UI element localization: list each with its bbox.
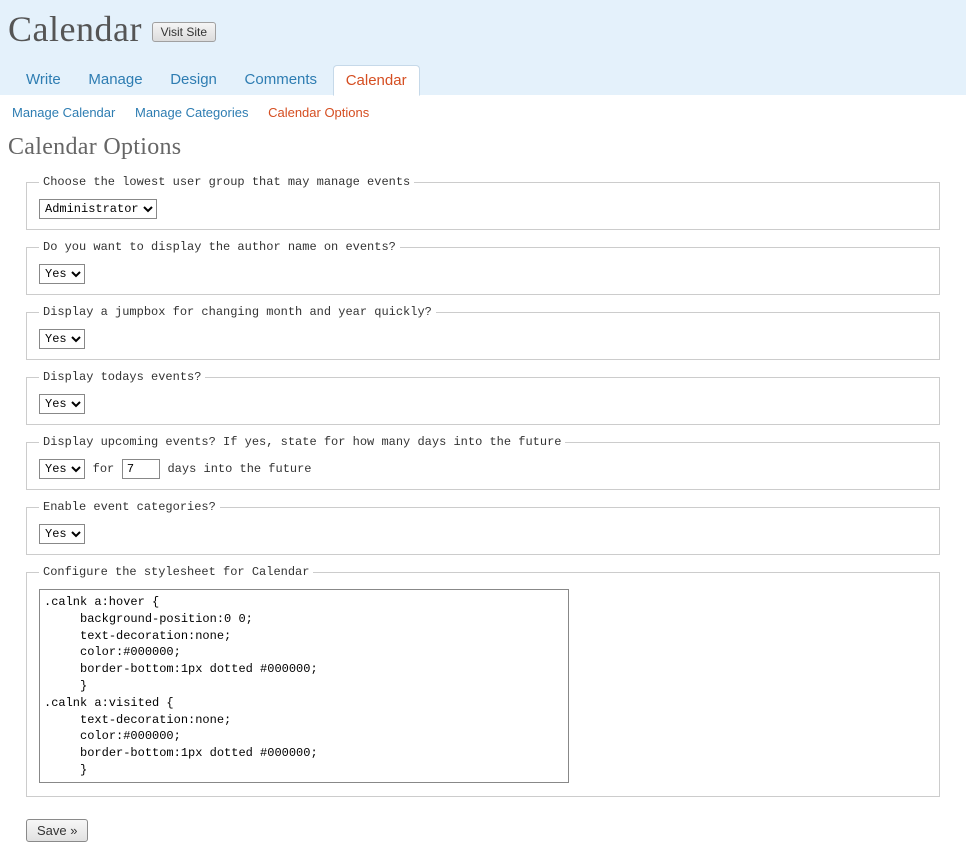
select-author[interactable]: Yes [39, 264, 85, 284]
select-upcoming[interactable]: Yes [39, 459, 85, 479]
fieldset-upcoming: Display upcoming events? If yes, state f… [26, 435, 940, 490]
legend-categories: Enable event categories? [39, 500, 220, 514]
legend-jumpbox: Display a jumpbox for changing month and… [39, 305, 436, 319]
textarea-stylesheet[interactable] [39, 589, 569, 783]
section-heading: Calendar Options [8, 134, 958, 161]
input-upcoming-days[interactable] [122, 459, 160, 479]
select-jumpbox[interactable]: Yes [39, 329, 85, 349]
fieldset-author: Do you want to display the author name o… [26, 240, 940, 295]
tab-design[interactable]: Design [158, 65, 229, 94]
fieldset-jumpbox: Display a jumpbox for changing month and… [26, 305, 940, 360]
options-form: Choose the lowest user group that may ma… [0, 175, 966, 856]
primary-tabs: Write Manage Design Comments Calendar [8, 64, 958, 95]
tab-write[interactable]: Write [14, 65, 73, 94]
legend-author: Do you want to display the author name o… [39, 240, 400, 254]
select-categories[interactable]: Yes [39, 524, 85, 544]
subnav-manage-calendar[interactable]: Manage Calendar [12, 105, 115, 120]
fieldset-usergroup: Choose the lowest user group that may ma… [26, 175, 940, 230]
visit-site-button[interactable]: Visit Site [152, 22, 216, 42]
select-todays[interactable]: Yes [39, 394, 85, 414]
fieldset-categories: Enable event categories? Yes [26, 500, 940, 555]
legend-stylesheet: Configure the stylesheet for Calendar [39, 565, 313, 579]
sub-navigation: Manage Calendar Manage Categories Calend… [0, 95, 966, 130]
subnav-calendar-options[interactable]: Calendar Options [268, 105, 369, 120]
subnav-manage-categories[interactable]: Manage Categories [135, 105, 248, 120]
admin-header: Calendar Visit Site Write Manage Design … [0, 0, 966, 95]
page-title: Calendar [8, 8, 142, 50]
tab-manage[interactable]: Manage [76, 65, 154, 94]
legend-upcoming: Display upcoming events? If yes, state f… [39, 435, 565, 449]
tab-calendar[interactable]: Calendar [333, 65, 420, 96]
select-usergroup[interactable]: Administrator [39, 199, 157, 219]
legend-usergroup: Choose the lowest user group that may ma… [39, 175, 414, 189]
save-button[interactable]: Save » [26, 819, 88, 842]
label-for: for [93, 462, 115, 476]
tab-comments[interactable]: Comments [233, 65, 330, 94]
legend-todays: Display todays events? [39, 370, 205, 384]
fieldset-stylesheet: Configure the stylesheet for Calendar [26, 565, 940, 797]
fieldset-todays: Display todays events? Yes [26, 370, 940, 425]
label-days-suffix: days into the future [167, 462, 311, 476]
